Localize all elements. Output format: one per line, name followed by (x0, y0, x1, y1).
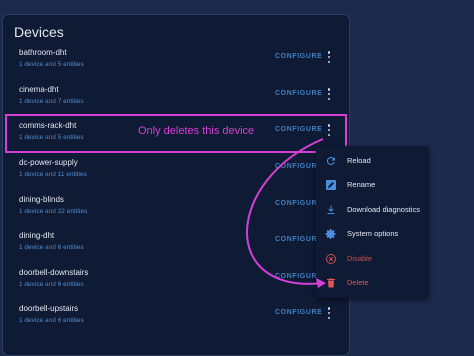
annotation-arrow (246, 138, 326, 288)
